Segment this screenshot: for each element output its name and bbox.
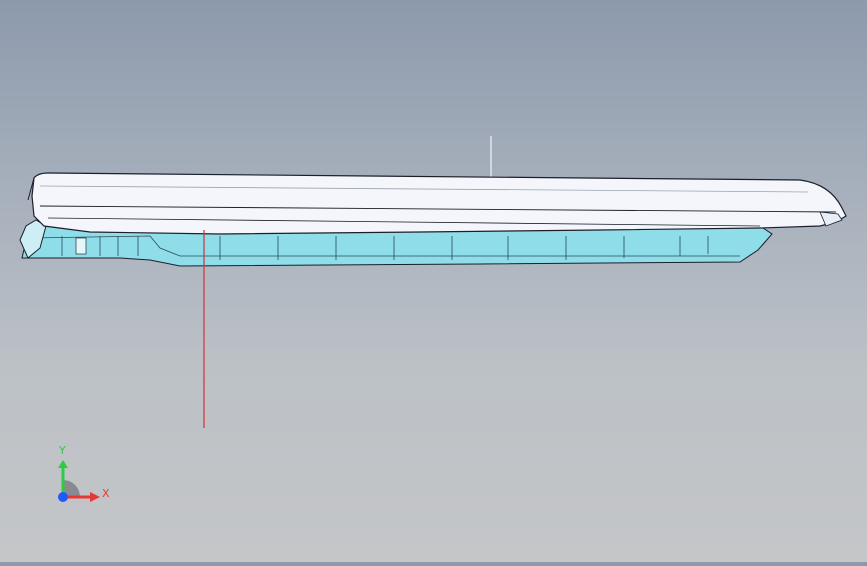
x-axis-arrow xyxy=(90,492,100,502)
z-axis-origin xyxy=(58,492,68,502)
axis-triad-icon: Y X xyxy=(58,444,110,502)
graphics-viewport[interactable] xyxy=(0,0,867,562)
coordinate-triad: Y X xyxy=(50,440,120,510)
y-axis-arrow xyxy=(58,460,68,468)
x-axis-label: X xyxy=(102,487,110,500)
y-axis-label: Y xyxy=(58,444,66,457)
top-shell[interactable] xyxy=(27,172,847,235)
model-canvas[interactable] xyxy=(0,0,867,562)
